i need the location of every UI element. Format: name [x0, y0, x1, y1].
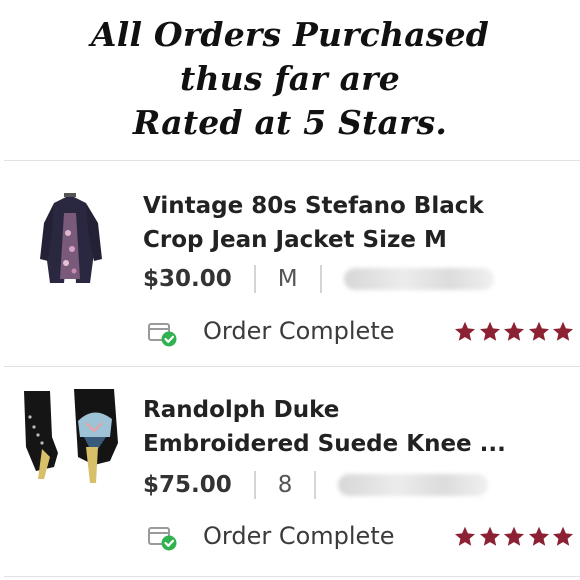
order-complete-icon [148, 321, 178, 347]
star-icon [504, 321, 524, 341]
order-title-line-2[interactable]: Embroidered Suede Knee ... [143, 427, 563, 461]
order-size: M [277, 266, 298, 292]
star-icon [455, 526, 475, 546]
headline-line-2: thus far are [180, 59, 400, 98]
order-status: Order Complete [203, 522, 395, 550]
star-icon [479, 321, 500, 341]
order-price: $30.00 [143, 266, 232, 292]
star-icon [553, 526, 573, 546]
boots-icon[interactable] [14, 387, 124, 497]
seller-username-blurred[interactable] [343, 268, 494, 290]
order-title-line-1[interactable]: Vintage 80s Stefano Black [143, 189, 563, 223]
order-complete-icon [148, 525, 178, 551]
order-meta: $30.00 M [143, 262, 494, 296]
headline-banner: All Orders Purchased thus far are Rated … [0, 0, 580, 158]
divider [4, 576, 580, 577]
jacket-icon[interactable] [14, 183, 124, 293]
star-icon [504, 526, 524, 546]
meta-separator [314, 471, 317, 499]
order-list-item[interactable]: Vintage 80s Stefano Black Crop Jean Jack… [0, 161, 580, 366]
meta-separator [319, 265, 322, 293]
star-icon [528, 526, 549, 546]
star-icon [479, 526, 500, 546]
meta-separator [253, 471, 256, 499]
meta-separator [253, 265, 256, 293]
star-icon [528, 321, 549, 341]
seller-username-blurred[interactable] [338, 474, 489, 496]
order-title-line-2[interactable]: Crop Jean Jacket Size M [143, 223, 563, 257]
star-icon [553, 321, 573, 341]
order-status: Order Complete [203, 317, 395, 345]
star-rating [453, 525, 576, 549]
order-meta: $75.00 8 [143, 468, 489, 502]
order-list-item[interactable]: Randolph Duke Embroidered Suede Knee ...… [0, 367, 580, 572]
headline-line-1: All Orders Purchased [90, 15, 490, 54]
order-size: 8 [277, 472, 293, 498]
order-title-line-1[interactable]: Randolph Duke [143, 393, 563, 427]
star-icon [455, 321, 475, 341]
star-rating [453, 320, 576, 344]
order-price: $75.00 [143, 472, 232, 498]
headline-line-3: Rated at 5 Stars. [132, 103, 448, 142]
